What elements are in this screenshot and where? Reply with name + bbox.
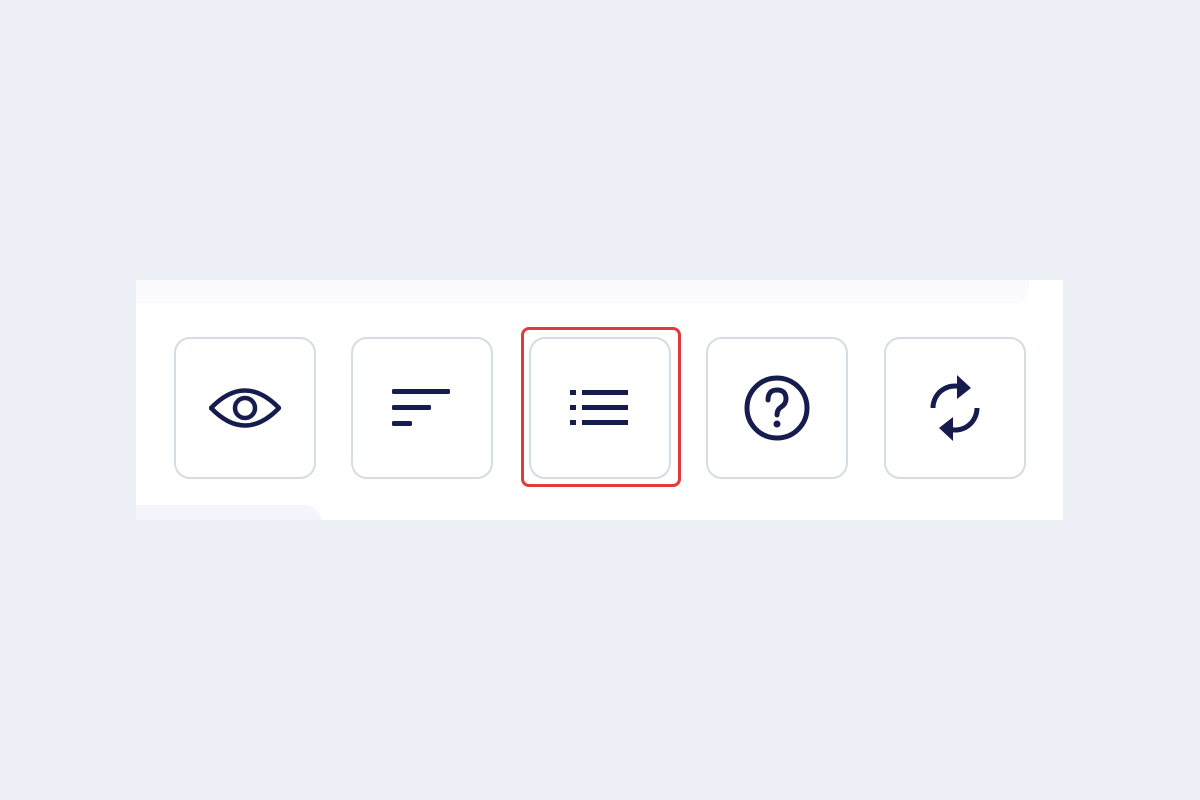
list-view-button[interactable] — [529, 337, 671, 479]
sort-lines-icon — [392, 389, 450, 426]
refresh-button[interactable] — [884, 337, 1026, 479]
list-icon — [570, 390, 628, 425]
panel-top-strip — [136, 280, 1029, 303]
help-circle-icon — [744, 375, 810, 441]
eye-icon — [209, 388, 281, 428]
help-button[interactable] — [706, 337, 848, 479]
view-button[interactable] — [174, 337, 316, 479]
toolbar-panel — [136, 280, 1063, 520]
panel-bottom-tab — [136, 505, 322, 520]
refresh-icon — [930, 375, 980, 441]
sort-button[interactable] — [351, 337, 493, 479]
